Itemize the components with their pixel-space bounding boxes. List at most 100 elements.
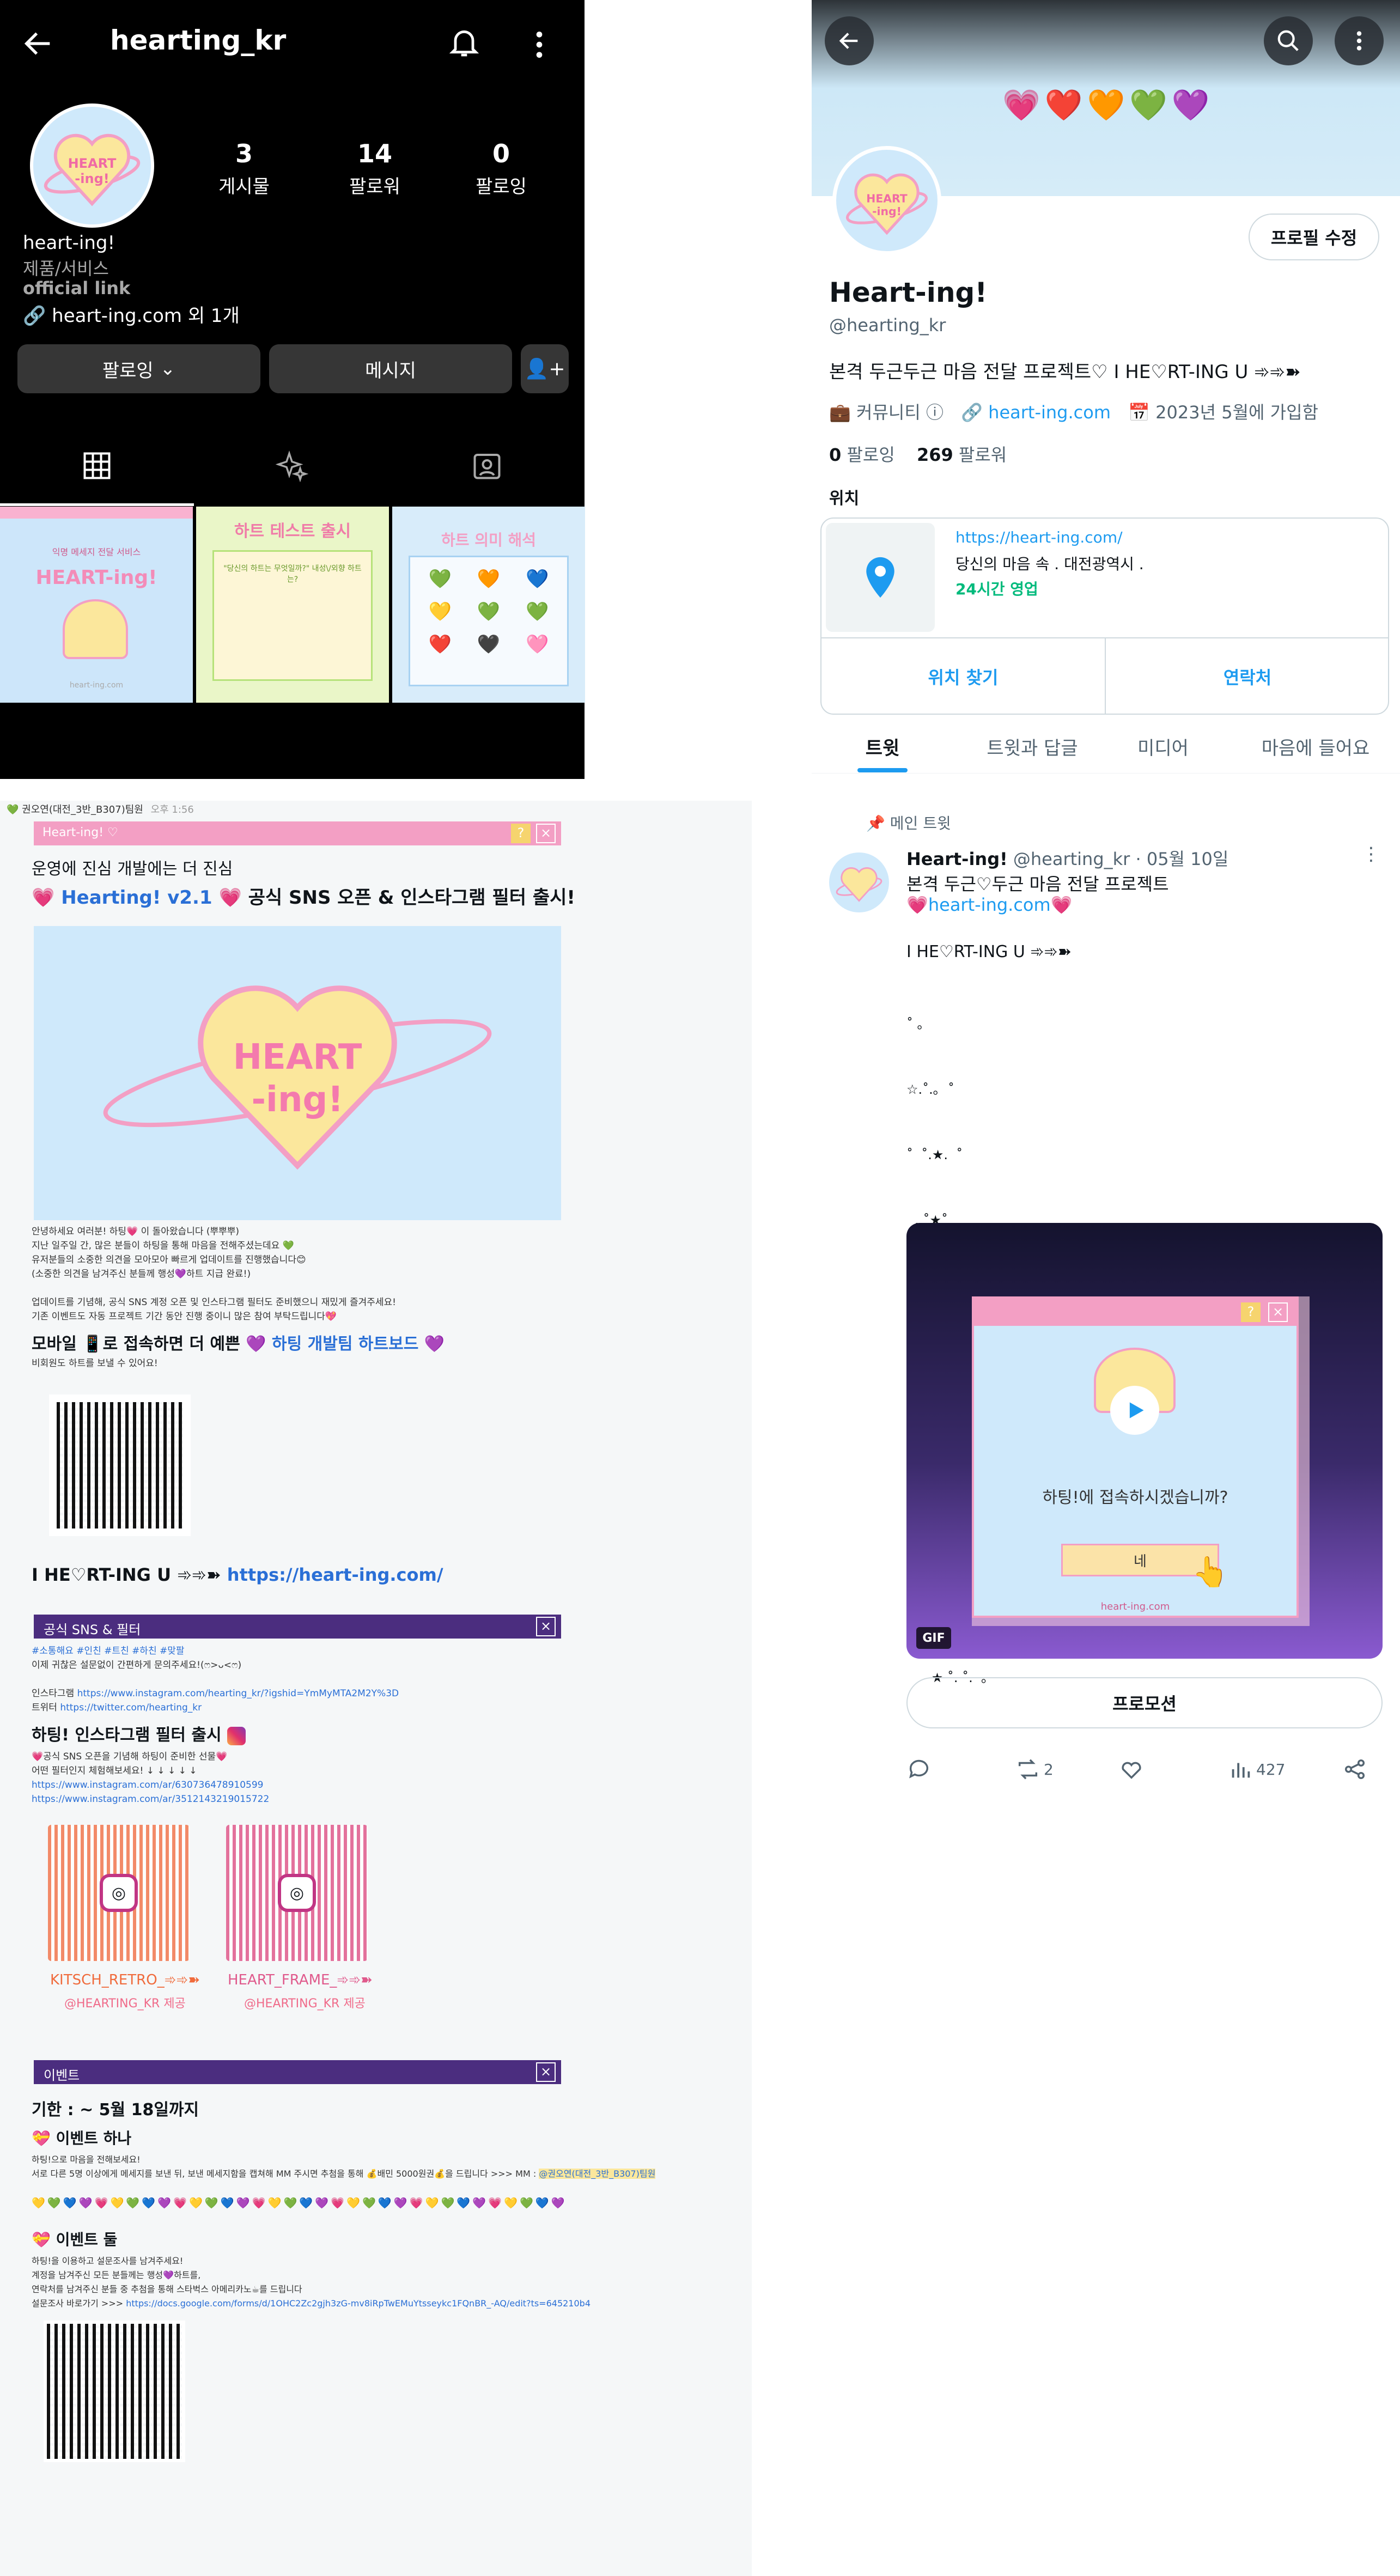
promotion-button[interactable]: 프로모션 (906, 1677, 1383, 1728)
tab-tweets[interactable]: 트윗 (844, 730, 921, 763)
tweet-gif-media[interactable]: ? × 하팅!에 접속하시겠습니까? 네 👆 heart-ing.com GIF (906, 1223, 1383, 1659)
reply-icon[interactable] (906, 1757, 932, 1786)
share-icon[interactable] (1342, 1757, 1367, 1786)
search-button[interactable] (1264, 16, 1313, 65)
following-link[interactable]: 0 팔로잉 (829, 444, 895, 465)
stat-count: 14 (357, 139, 392, 168)
stat-posts[interactable]: 3 게시물 (190, 139, 299, 198)
heart-icon: 💜 (246, 1335, 266, 1354)
heartboard-link[interactable]: 하팅 개발팀 하트보드 (272, 1335, 418, 1354)
link-icon: 🔗 (23, 305, 46, 327)
tweet-line2[interactable]: 💗heart-ing.com💗 (906, 894, 1073, 915)
map-pin-image (826, 523, 935, 632)
joined-date: 2023년 5월에 가입함 (1155, 402, 1318, 423)
dialog-window: ? × 하팅!에 접속하시겠습니까? 네 👆 heart-ing.com (972, 1296, 1299, 1618)
heart-ing-url-link[interactable]: https://heart-ing.com/ (227, 1564, 443, 1585)
reels-tab[interactable] (195, 447, 389, 485)
filter-url-link[interactable]: https://www.instagram.com/ar/35121432190… (32, 1792, 269, 1806)
find-location-button[interactable]: 위치 찾기 (821, 638, 1105, 714)
display-name: Heart-ing! (829, 277, 988, 308)
pin-icon: 📌 (866, 814, 885, 832)
retweet-count: 2 (1044, 1760, 1054, 1779)
following-button[interactable]: 팔로잉 ⌄ (17, 344, 260, 393)
edit-profile-button[interactable]: 프로필 수정 (1249, 214, 1379, 260)
profile-avatar[interactable]: HEART -ing! (30, 103, 154, 228)
stat-followers[interactable]: 14 팔로워 (320, 139, 429, 198)
pixel-hearts-banner: 💗❤️🧡💚💜 (1002, 88, 1214, 123)
profile-link[interactable]: 🔗 heart-ing.com 외 1개 (23, 301, 240, 327)
heart-logo-image (63, 599, 128, 659)
close-icon: × (1268, 1302, 1288, 1322)
profile-avatar[interactable]: HEART -ing! (832, 146, 941, 255)
thumb-text: heart-ing.com (69, 681, 124, 690)
filter-by: @HEARTING_KR 제공 (244, 1997, 366, 2011)
contact-button[interactable]: 연락처 (1106, 638, 1388, 714)
heart-icon: 💗 (32, 887, 55, 909)
headline-version: Hearting! v2.1 (61, 887, 212, 909)
location-url[interactable]: https://heart-ing.com/ (955, 528, 1123, 546)
grid-tab[interactable] (0, 447, 194, 485)
calendar-icon: 📅 (1128, 402, 1150, 423)
tweet-more-icon[interactable]: ⋮ (1362, 843, 1380, 865)
play-button[interactable] (1110, 1386, 1159, 1435)
website-link[interactable]: heart-ing.com (988, 402, 1111, 423)
tab-tweets-replies[interactable]: 트윗과 답글 (970, 730, 1095, 763)
svg-text:-ing!: -ing! (251, 1080, 343, 1120)
like-icon[interactable] (1119, 1757, 1144, 1786)
profile-category: 제품/서비스 (23, 258, 109, 279)
more-button[interactable] (1335, 16, 1384, 65)
back-button[interactable] (825, 16, 874, 65)
filter-desc: 💗공식 SNS 오픈을 기념해 하팅이 준비한 선물💗 (32, 1751, 228, 1762)
help-icon: ? (511, 824, 531, 843)
message-button[interactable]: 메시지 (269, 344, 512, 393)
follow-counts: 0 팔로잉 269 팔로워 (829, 441, 1007, 466)
message-button-label: 메시지 (365, 360, 416, 382)
instagram-profile-panel: hearting_kr HEART -ing! 3 게시물 14 팔로워 0 팔… (0, 0, 585, 779)
add-person-button[interactable]: 👤+ (521, 344, 569, 393)
tab-likes[interactable]: 마음에 들어요 (1242, 730, 1389, 763)
profile-name: heart-ing! (23, 232, 115, 254)
post-thumbnail[interactable]: 하트 의미 해석 💚 🧡 💙 💛 💚 💚 ❤️ 🖤 🩷 (392, 507, 585, 703)
notification-bell-icon[interactable] (447, 25, 482, 59)
tweet-author-name[interactable]: Heart-ing! (906, 849, 1008, 869)
stat-label: 팔로잉 (476, 176, 527, 198)
post-thumbnail[interactable]: 익명 메세지 전달 서비스 HEART-ing! heart-ing.com (0, 507, 193, 703)
instagram-url-link[interactable]: https://www.instagram.com/hearting_kr/?i… (77, 1688, 399, 1699)
post-thumbnail[interactable]: 하트 테스트 출시 "당신의 하트는 무엇일까?" 내성\/외향 하트는? (196, 507, 389, 703)
event-one-heading: 💝 이벤트 하나 (32, 2127, 131, 2148)
followers-link[interactable]: 269 팔로워 (917, 444, 1007, 465)
mention-link[interactable]: @권오연(대전_3반_B307)팀원 (539, 2169, 656, 2179)
views-button[interactable]: 427 (1228, 1757, 1285, 1782)
profile-link-text: heart-ing.com 외 1개 (52, 305, 240, 327)
author-avatar-icon: 💚 (7, 804, 19, 815)
post-window-titlebar: Heart-ing! ♡ ? × (34, 821, 561, 845)
tagged-tab[interactable] (390, 447, 584, 485)
filter-by: @HEARTING_KR 제공 (64, 1997, 186, 2011)
mobile-sub: 비회원도 하트를 보낼 수 있어요! (32, 1358, 158, 1369)
pinned-tweet[interactable]: 📌 메인 트윗 Heart-ing! @hearting_kr · 05월 10… (812, 801, 1400, 1825)
briefcase-icon: 💼 (829, 402, 851, 423)
filter-url-link[interactable]: https://www.instagram.com/ar/63073647891… (32, 1778, 269, 1792)
survey-url-link[interactable]: https://docs.google.com/forms/d/1OHC2Zc2… (126, 2298, 591, 2309)
retweet-button[interactable]: 2 (1015, 1757, 1054, 1782)
handle: @hearting_kr (829, 315, 946, 336)
star-line: ˚ ｡ (906, 1016, 924, 1032)
survey-qr-code (44, 2321, 185, 2462)
twitter-url-link[interactable]: https://twitter.com/hearting_kr (60, 1702, 202, 1713)
more-options-icon[interactable] (528, 27, 550, 67)
tab-media[interactable]: 미디어 (1122, 730, 1204, 763)
location-address: 당신의 마음 속 . 대전광역시 . (955, 555, 1144, 573)
tweet-date[interactable]: · 05월 10일 (1135, 849, 1228, 869)
post-author[interactable]: 권오연(대전_3반_B307)팀원 (22, 804, 143, 815)
svg-text:HEART: HEART (68, 156, 117, 171)
instagram-icon (227, 1726, 246, 1745)
event-desc: 설문조사 바로가기 >>> (32, 2298, 124, 2309)
event-section-title: 이벤트 (44, 2068, 80, 2083)
tweet-avatar[interactable] (829, 852, 889, 912)
headline-2: 💗 Hearting! v2.1 💗 공식 SNS 오픈 & 인스타그램 필터 … (32, 882, 575, 909)
following-label: 팔로잉 (847, 444, 895, 465)
back-arrow-icon[interactable] (21, 26, 56, 67)
star-line: ˚ ˚.★. ˚ (906, 1147, 963, 1162)
filter-desc: 어떤 필터인지 체험해보세요! ↓ ↓ ↓ ↓ ↓ (32, 1765, 197, 1776)
stat-following[interactable]: 0 팔로잉 (447, 139, 556, 198)
